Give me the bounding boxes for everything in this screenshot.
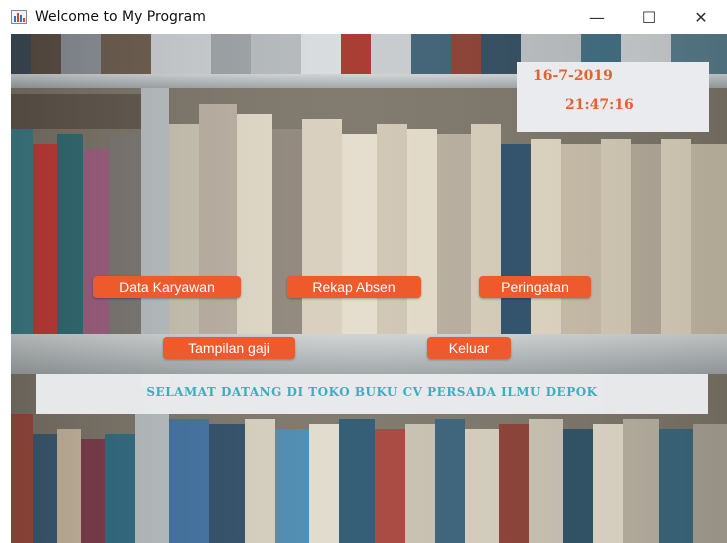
welcome-banner-text: SELAMAT DATANG DI TOKO BUKU CV PERSADA I… [146, 385, 598, 399]
app-window: Welcome to My Program — ☐ ✕ 16-7-2019 21… [0, 0, 727, 543]
time-label: 21:47:16 [565, 97, 634, 113]
peringatan-button[interactable]: Peringatan [479, 276, 591, 298]
maximize-button[interactable]: ☐ [623, 0, 675, 34]
close-button[interactable]: ✕ [675, 0, 727, 34]
date-label: 16-7-2019 [533, 68, 613, 84]
title-bar[interactable]: Welcome to My Program — ☐ ✕ [0, 0, 727, 34]
data-karyawan-button[interactable]: Data Karyawan [93, 276, 241, 298]
keluar-button[interactable]: Keluar [427, 337, 511, 359]
minimize-button[interactable]: — [571, 0, 623, 34]
clock-panel: 16-7-2019 21:47:16 [517, 62, 709, 132]
java-app-icon [11, 10, 27, 24]
window-title: Welcome to My Program [35, 9, 206, 25]
tampilan-gaji-button[interactable]: Tampilan gaji [163, 337, 295, 359]
welcome-banner: SELAMAT DATANG DI TOKO BUKU CV PERSADA I… [36, 374, 708, 414]
main-panel: 16-7-2019 21:47:16 Data Karyawan Rekap A… [11, 34, 727, 543]
rekap-absen-button[interactable]: Rekap Absen [287, 276, 421, 298]
